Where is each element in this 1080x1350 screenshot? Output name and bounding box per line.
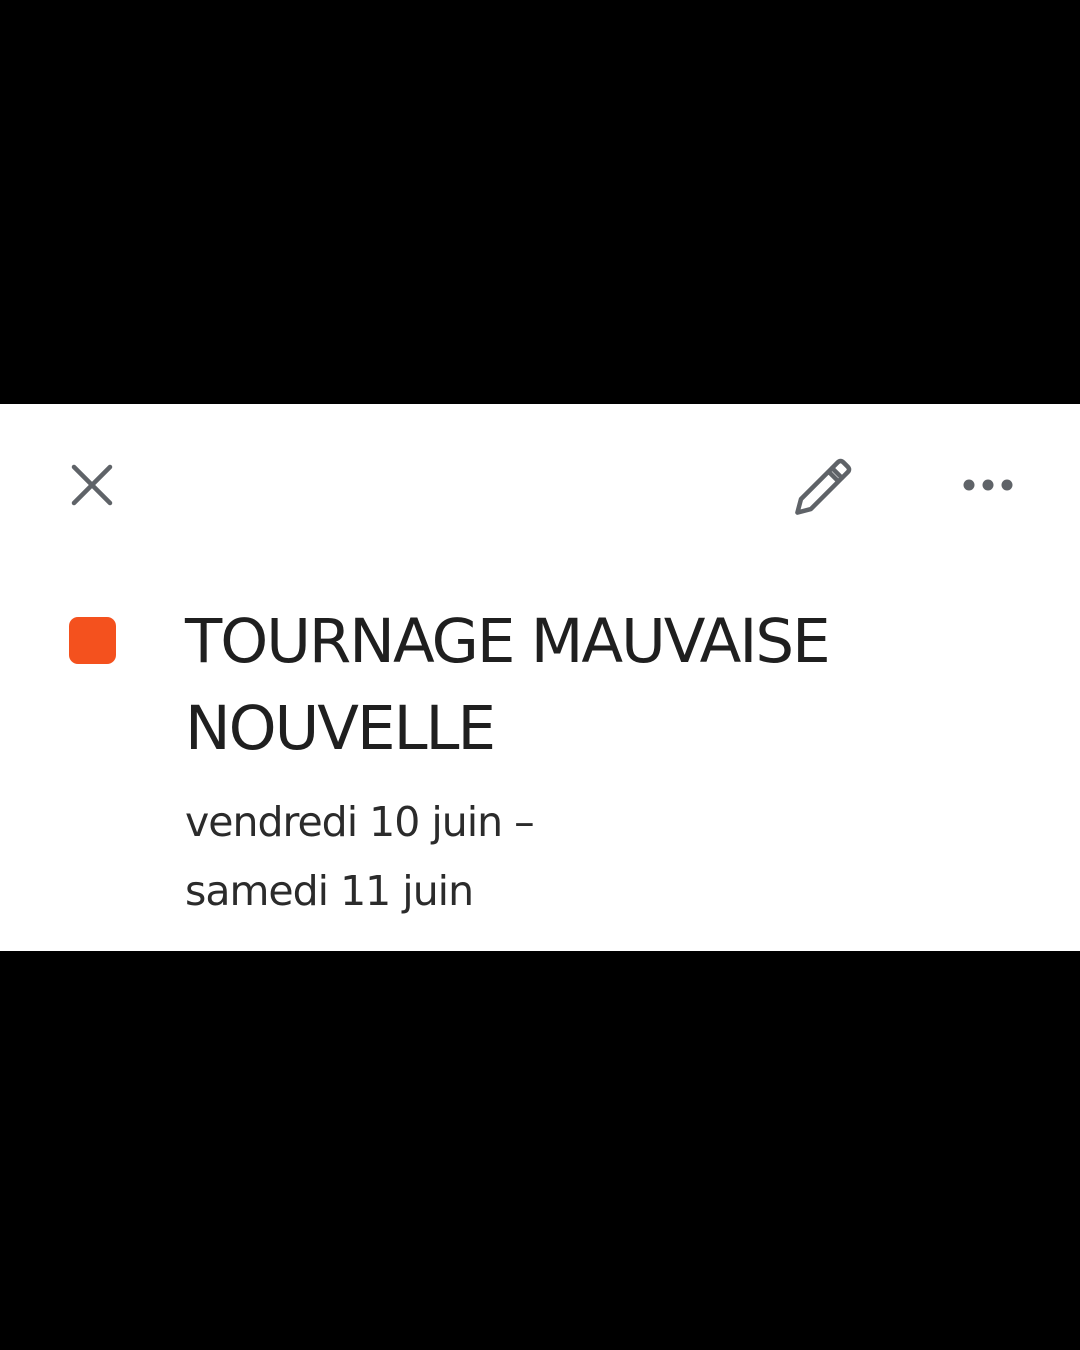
- screenshot-frame: TOURNAGE MAUVAISE NOUVELLE vendredi 10 j…: [0, 0, 1080, 1350]
- event-start-date: vendredi 10 juin –: [185, 798, 535, 846]
- event-end-date: samedi 11 juin: [185, 867, 474, 915]
- pencil-icon: [795, 458, 852, 515]
- event-title-line: NOUVELLE: [185, 693, 496, 764]
- close-button[interactable]: [62, 455, 122, 515]
- more-horizontal-icon: [963, 479, 1013, 491]
- edit-button[interactable]: [790, 452, 860, 518]
- event-title: TOURNAGE MAUVAISE NOUVELLE: [185, 598, 1005, 772]
- event-title-line: TOURNAGE MAUVAISE: [185, 606, 831, 677]
- close-icon: [71, 464, 113, 506]
- event-color-swatch: [69, 617, 116, 664]
- more-options-button[interactable]: [955, 466, 1021, 504]
- event-date-range: vendredi 10 juin – samedi 11 juin: [185, 788, 1005, 926]
